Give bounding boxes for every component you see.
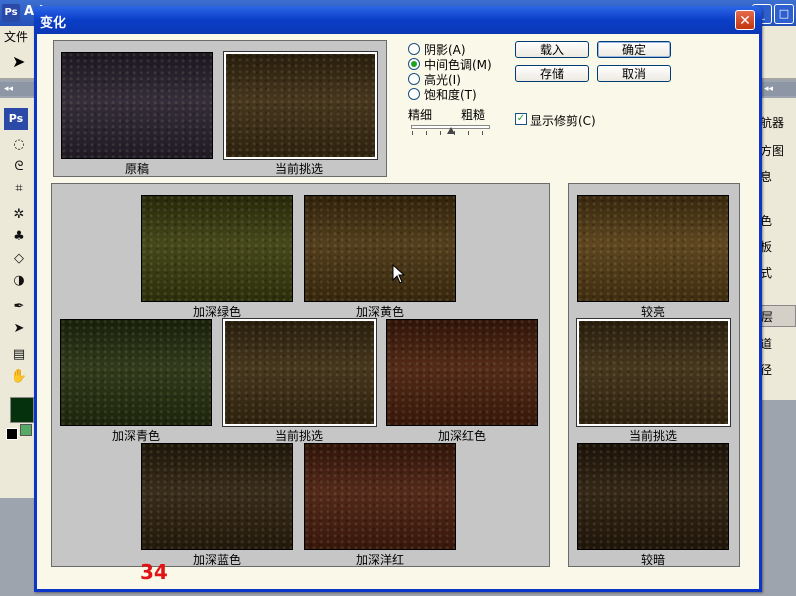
original-thumbnail[interactable] <box>61 52 213 159</box>
more-green-thumbnail[interactable] <box>141 195 293 302</box>
show-clipping-checkbox[interactable]: ✓ <box>515 113 527 125</box>
dialog-titlebar[interactable] <box>34 6 762 34</box>
panel-dock-header: ◂◂ <box>760 82 796 96</box>
slider-fine-label: 精细 <box>408 108 433 122</box>
more-blue-thumbnail[interactable] <box>141 443 293 550</box>
slider-tick <box>482 131 483 135</box>
panel-tab-info[interactable]: 息 <box>760 166 796 188</box>
move-tool-icon[interactable]: ➤ <box>12 52 25 71</box>
healing-tool-icon[interactable]: ✲ <box>10 206 28 224</box>
panel-tab-color[interactable]: 色 <box>760 210 796 232</box>
radio-highlights[interactable] <box>408 73 420 85</box>
toolbox-ps-logo: Ps <box>4 108 28 130</box>
dodge-tool-icon[interactable]: ◑ <box>10 272 28 290</box>
slider-tick <box>468 131 469 135</box>
more-red-label: 加深红色 <box>437 429 486 443</box>
cancel-button[interactable]: 取消 <box>597 65 671 82</box>
path-select-icon[interactable]: ➤ <box>10 320 28 338</box>
stamp-tool-icon[interactable]: ♣ <box>10 228 28 246</box>
panel-tab-swatches[interactable]: 板 <box>760 236 796 258</box>
overlay-number: 34 <box>140 560 168 584</box>
radio-saturation[interactable] <box>408 88 420 100</box>
panel-tab-navigator[interactable]: 航器 <box>760 112 796 134</box>
slider-coarse-label: 粗糙 <box>461 108 486 122</box>
radio-shadows[interactable] <box>408 43 420 55</box>
foreground-color-swatch[interactable] <box>10 397 34 423</box>
save-button[interactable]: 存储 <box>515 65 589 82</box>
close-button[interactable]: ✕ <box>735 10 755 30</box>
panel-tab-styles[interactable]: 式 <box>760 262 796 284</box>
panel-tab-layers[interactable]: 层 <box>760 305 796 327</box>
toolbox-header: ◂◂ <box>0 82 36 96</box>
current-pick-thumbnail[interactable] <box>223 51 378 160</box>
menu-file[interactable]: 文件 <box>4 28 28 45</box>
current-pick-brightness-thumbnail[interactable] <box>576 318 731 427</box>
current-pick-center-thumbnail[interactable] <box>222 318 377 427</box>
radio-saturation-label: 饱和度(T) <box>424 88 477 102</box>
more-magenta-label: 加深洋红 <box>355 553 404 567</box>
original-label: 原稿 <box>124 162 149 176</box>
lasso-tool-icon[interactable]: ᘓ <box>10 158 28 176</box>
darker-label: 较暗 <box>640 553 665 567</box>
load-button[interactable]: 载入 <box>515 41 589 58</box>
mouse-pointer-icon <box>392 264 406 284</box>
pen-tool-icon[interactable]: ✒ <box>10 298 28 316</box>
current-pick-label: 当前挑选 <box>274 162 323 176</box>
more-cyan-thumbnail[interactable] <box>60 319 212 426</box>
panel-tab-histogram[interactable]: 方图 <box>760 140 796 162</box>
slider-thumb[interactable] <box>446 127 455 134</box>
radio-midtones[interactable] <box>408 58 420 70</box>
more-magenta-thumbnail[interactable] <box>304 443 456 550</box>
slider-tick <box>440 131 441 135</box>
panel-tab-paths[interactable]: 径 <box>760 359 796 381</box>
eraser-tool-icon[interactable]: ◇ <box>10 250 28 268</box>
more-red-thumbnail[interactable] <box>386 319 538 426</box>
default-colors-icon[interactable] <box>6 428 18 440</box>
dialog-title: 变化 <box>40 16 67 31</box>
more-cyan-label: 加深青色 <box>111 429 160 443</box>
crop-tool-icon[interactable]: ⌗ <box>10 180 28 198</box>
notes-tool-icon[interactable]: ▤ <box>10 346 28 364</box>
more-yellow-thumbnail[interactable] <box>304 195 456 302</box>
swap-colors-icon[interactable] <box>20 424 32 436</box>
maximize-icon[interactable]: □ <box>774 4 794 24</box>
ok-button[interactable]: 确定 <box>597 41 671 58</box>
current-pick-brightness-label: 当前挑选 <box>628 429 677 443</box>
panel-tab-channels[interactable]: 道 <box>760 333 796 355</box>
hand-tool-icon[interactable]: ✋ <box>10 368 28 386</box>
darker-thumbnail[interactable] <box>577 443 729 550</box>
slider-tick <box>426 131 427 135</box>
marquee-tool-icon[interactable]: ◌ <box>10 136 28 154</box>
lighter-thumbnail[interactable] <box>577 195 729 302</box>
show-clipping-label: 显示修剪(C) <box>530 114 596 128</box>
current-pick-center-label: 当前挑选 <box>274 429 323 443</box>
photoshop-logo: Ps <box>2 4 20 22</box>
slider-tick <box>412 131 413 135</box>
